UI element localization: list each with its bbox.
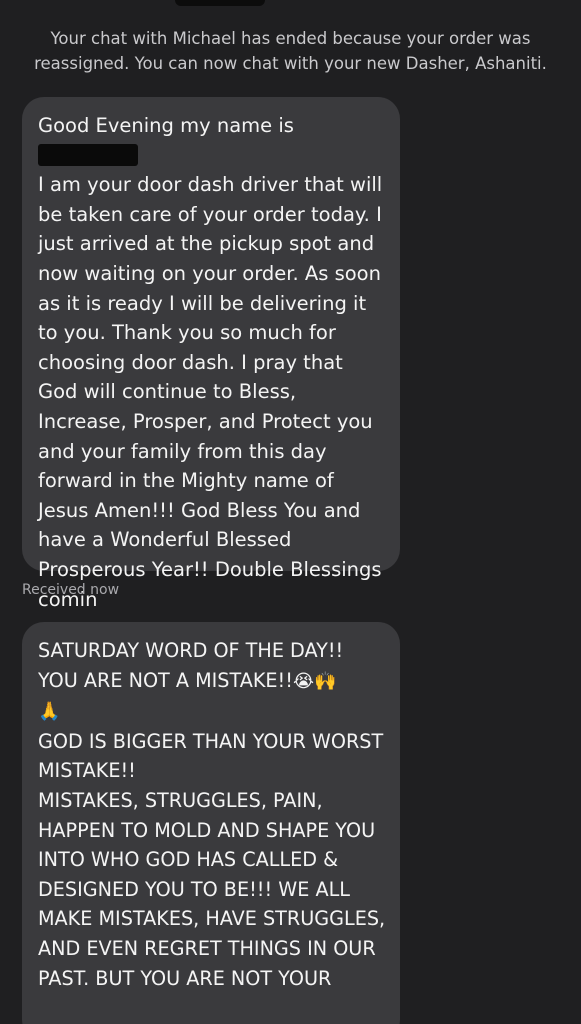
- chat-reassigned-notice: Your chat with Michael has ended because…: [34, 29, 547, 73]
- pray-emoji: 🙏: [38, 701, 61, 723]
- message-line: SATURDAY WORD OF THE DAY!!: [38, 639, 344, 662]
- crying-praise-emoji: 😭🙌: [292, 670, 337, 692]
- message-text: Good Evening my name is: [38, 114, 294, 137]
- redacted-name: [38, 143, 138, 166]
- message-text: I am your door dash driver that will be …: [38, 173, 383, 611]
- message-timestamp: Received now: [22, 582, 120, 598]
- top-edge-artifact: [175, 0, 265, 6]
- message-line: YOU ARE NOT A MISTAKE!!: [38, 668, 293, 692]
- message-bubble[interactable]: SATURDAY WORD OF THE DAY!! YOU ARE NOT A…: [22, 622, 400, 1024]
- message-text: GOD IS BIGGER THAN YOUR WORST MISTAKE!! …: [38, 729, 386, 990]
- message-bubble[interactable]: Good Evening my name is I am your door d…: [22, 97, 400, 611]
